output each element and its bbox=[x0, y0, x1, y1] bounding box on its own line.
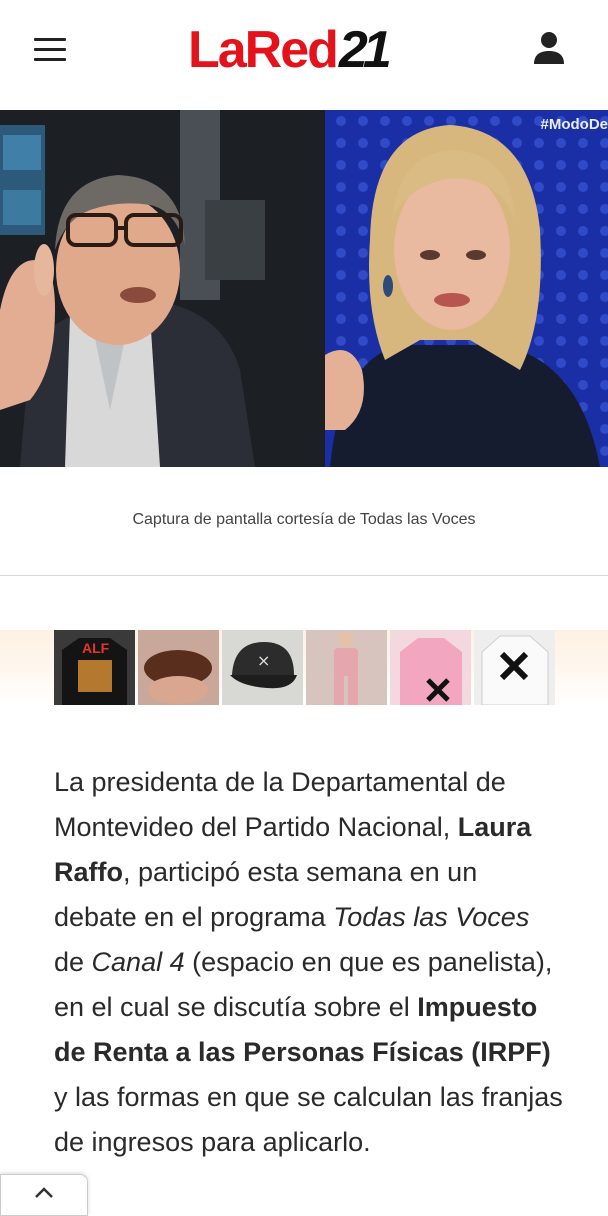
ad-product-strip: ALF × bbox=[0, 630, 608, 706]
ad-item-label: ALF bbox=[82, 640, 109, 656]
image-caption: Captura de pantalla cortesía de Todas la… bbox=[0, 511, 608, 529]
logo-text-number: 21 bbox=[339, 20, 387, 80]
article-text-1: La presidenta de la Departamental de Mon… bbox=[54, 767, 506, 842]
article-paragraph: La presidenta de la Departamental de Mon… bbox=[54, 760, 564, 1165]
chevron-up-icon bbox=[1, 1175, 87, 1205]
article-text-5: y las formas en que se calculan las fran… bbox=[54, 1082, 563, 1157]
tv-hashtag-overlay: #ModoDe bbox=[541, 116, 608, 133]
article-hero-image: #ModoDe bbox=[0, 110, 608, 467]
ad-item-white-hoodie[interactable] bbox=[474, 630, 555, 705]
white-hoodie-image bbox=[474, 630, 555, 705]
ad-item-black-cap[interactable]: × bbox=[222, 630, 303, 705]
hamburger-menu-icon[interactable] bbox=[34, 38, 68, 62]
article-text-3: de bbox=[54, 947, 92, 977]
svg-text:×: × bbox=[257, 651, 270, 670]
article-italic-channel: Canal 4 bbox=[92, 947, 185, 977]
site-logo[interactable]: LaRed 21 bbox=[188, 20, 387, 80]
site-header: LaRed 21 bbox=[0, 0, 608, 108]
scroll-to-top-button[interactable] bbox=[0, 1174, 88, 1216]
logo-text-red: LaRed bbox=[188, 20, 337, 80]
pink-outfit-image bbox=[306, 630, 387, 705]
black-cap-image: × bbox=[222, 630, 303, 705]
ad-item-pink-outfit[interactable] bbox=[306, 630, 387, 705]
divider bbox=[0, 575, 608, 576]
hair-extension-image bbox=[138, 630, 219, 705]
ad-item-alf-shirt[interactable]: ALF bbox=[54, 630, 135, 705]
ad-item-pink-hoodie[interactable] bbox=[390, 630, 471, 705]
image-caption-area: Captura de pantalla cortesía de Todas la… bbox=[0, 467, 608, 575]
user-account-icon[interactable] bbox=[532, 30, 566, 66]
ad-item-hair-extension[interactable] bbox=[138, 630, 219, 705]
article-italic-program: Todas las Voces bbox=[333, 902, 529, 932]
pink-hoodie-image bbox=[390, 630, 471, 705]
hero-photo-illustration bbox=[0, 110, 608, 467]
